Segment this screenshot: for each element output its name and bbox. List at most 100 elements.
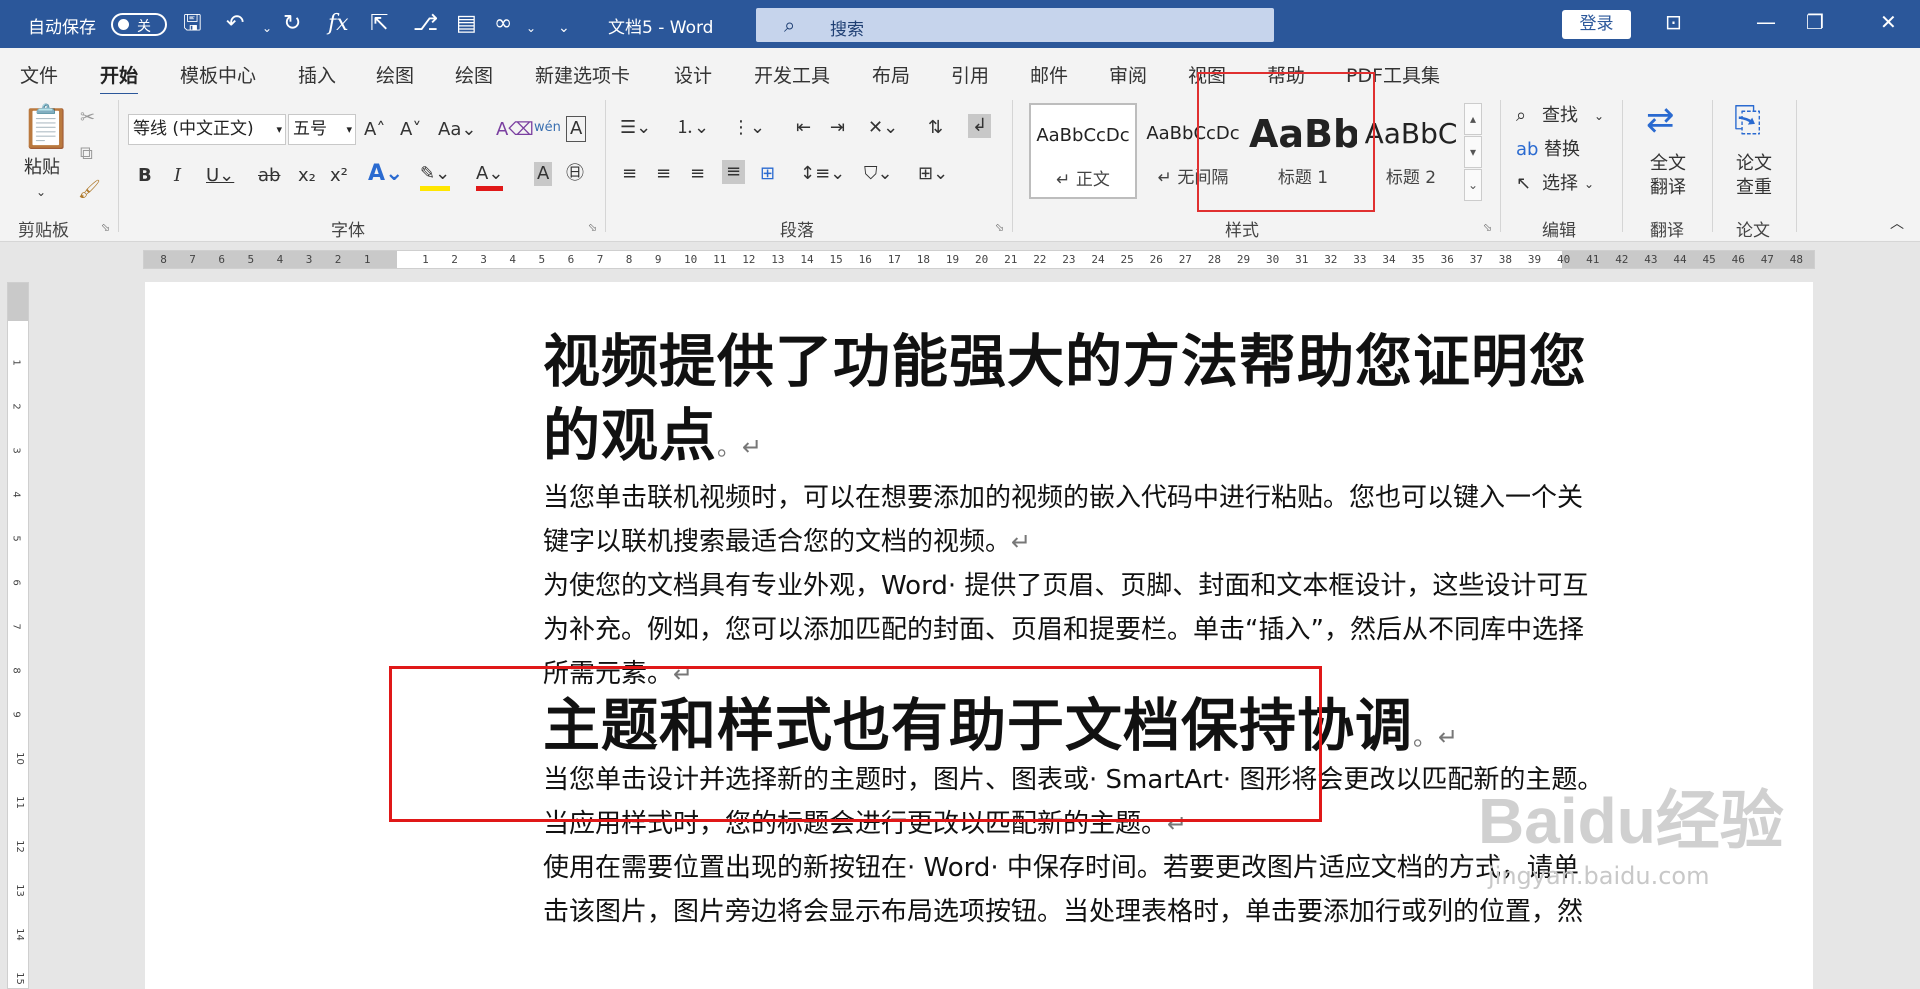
- tab-design[interactable]: 设计: [674, 61, 712, 88]
- copy-icon[interactable]: ⧉: [80, 142, 93, 166]
- redo-icon[interactable]: ↻: [283, 10, 301, 38]
- paragraph-launcher-icon[interactable]: ⬂: [995, 221, 1004, 234]
- align-center-icon[interactable]: ≡: [656, 162, 671, 186]
- font-name-dropdown[interactable]: 等线 (中文正文) ▾: [128, 114, 286, 145]
- close-icon[interactable]: ✕: [1880, 10, 1897, 34]
- login-button[interactable]: 登录: [1562, 10, 1631, 39]
- tab-developer[interactable]: 开发工具: [754, 61, 830, 88]
- paste-dropdown-icon[interactable]: ⌄: [36, 180, 46, 204]
- font-launcher-icon[interactable]: ⬂: [588, 221, 597, 234]
- undo-icon[interactable]: ↶: [226, 10, 244, 38]
- paragraph-1-line-2[interactable]: 键字以联机搜索最适合您的文档的视频。↵: [543, 520, 1031, 564]
- horizontal-ruler[interactable]: 8 7 6 5 4 3 2 1 1 2 3 4 5 6 7 8 9 10 11 12 13 14 15 16 17 18 19 20 2…: [0, 243, 1920, 276]
- font-color-icon[interactable]: A⌄: [476, 162, 504, 191]
- font-size-dropdown[interactable]: 五号 ▾: [288, 114, 356, 145]
- tab-references[interactable]: 引用: [951, 61, 989, 88]
- align-left-icon[interactable]: ≡: [622, 162, 637, 186]
- tab-insert[interactable]: 插入: [298, 61, 336, 88]
- strikethrough-icon[interactable]: ab: [258, 164, 280, 188]
- styles-launcher-icon[interactable]: ⬂: [1483, 221, 1492, 234]
- translate-label-2[interactable]: 翻译: [1650, 176, 1686, 200]
- cut-icon[interactable]: ✂: [80, 106, 95, 130]
- superscript-icon[interactable]: x²: [330, 164, 348, 188]
- highlight-icon[interactable]: ✎⌄: [420, 162, 451, 191]
- align-right-icon[interactable]: ≡: [690, 162, 705, 186]
- chevron-down-icon[interactable]: ⌄: [1594, 104, 1604, 128]
- document-icon[interactable]: ▤: [456, 10, 477, 38]
- minimize-icon[interactable]: —: [1756, 10, 1776, 34]
- heading-1-line-1[interactable]: 视频提供了功能强大的方法帮助您证明您: [543, 326, 1587, 398]
- text-effects-icon[interactable]: A⌄: [368, 162, 403, 186]
- find-icon[interactable]: ⌕: [1516, 104, 1526, 128]
- multilevel-list-icon[interactable]: ⋮⌄: [732, 116, 765, 140]
- character-border-icon[interactable]: A: [566, 116, 587, 142]
- increase-indent-icon[interactable]: ⇥: [830, 116, 845, 140]
- customize-qat-icon[interactable]: ⌄: [558, 14, 570, 42]
- tab-review[interactable]: 审阅: [1109, 61, 1147, 88]
- select-label[interactable]: 选择: [1542, 172, 1578, 196]
- paste-icon[interactable]: 📋: [20, 104, 72, 150]
- replace-icon[interactable]: ab: [1516, 138, 1538, 162]
- chevron-down-icon[interactable]: ⌄: [1584, 172, 1594, 196]
- tab-draw[interactable]: 绘图: [376, 61, 414, 88]
- vertical-ruler[interactable]: 1 2 3 4 5 6 7 8 9 10 11 12 13 14 15: [7, 282, 29, 989]
- underline-icon[interactable]: U⌄: [206, 164, 234, 188]
- tab-home[interactable]: 开始: [100, 61, 139, 96]
- chinese-layout-icon[interactable]: ✕⌄: [868, 116, 898, 140]
- tab-draw-2[interactable]: 绘图: [455, 61, 493, 88]
- heading-1-line-2[interactable]: 的观点。↵: [543, 400, 763, 483]
- numbering-icon[interactable]: ⒈⌄: [676, 116, 709, 140]
- tab-templates[interactable]: 模板中心: [180, 61, 256, 88]
- decrease-indent-icon[interactable]: ⇤: [796, 116, 811, 140]
- save-icon[interactable]: 🖫: [183, 10, 202, 38]
- formula-icon[interactable]: fx: [328, 10, 349, 38]
- search-box[interactable]: ⌕ 搜索: [756, 8, 1274, 42]
- sort-icon[interactable]: ⇅: [928, 116, 943, 140]
- find-label[interactable]: 查找: [1542, 104, 1578, 128]
- restore-icon[interactable]: ❐: [1806, 10, 1824, 34]
- style-normal[interactable]: AaBbCcDc ↵ 正文: [1029, 103, 1137, 199]
- paragraph-4-line-1[interactable]: 使用在需要位置出现的新按钮在· Word· 中保存时间。若要更改图片适应文档的方…: [543, 846, 1579, 890]
- change-case-icon[interactable]: Aa⌄: [438, 118, 476, 142]
- select-cursor-icon[interactable]: ⇱: [370, 10, 388, 38]
- bullets-icon[interactable]: ☰⌄: [620, 116, 651, 140]
- paper-check-icon[interactable]: ⎘: [1734, 100, 1761, 140]
- replace-label[interactable]: 替换: [1544, 138, 1580, 162]
- phonetic-guide-icon[interactable]: wén: [534, 116, 561, 140]
- gallery-scroll-down-icon[interactable]: ▾: [1464, 136, 1482, 168]
- link-icon[interactable]: ∞: [494, 10, 512, 38]
- tab-mailings[interactable]: 邮件: [1030, 61, 1068, 88]
- paste-label[interactable]: 粘贴: [24, 156, 60, 180]
- paragraph-4-line-2[interactable]: 击该图片，图片旁边将会显示布局选项按钮。当处理表格时，单击要添加行或列的位置，然: [543, 890, 1583, 934]
- gallery-scroll-up-icon[interactable]: ▴: [1464, 103, 1482, 135]
- ribbon-display-icon[interactable]: ⊡: [1665, 10, 1682, 34]
- subscript-icon[interactable]: x₂: [298, 164, 316, 188]
- paragraph-2-line-1[interactable]: 为使您的文档具有专业外观，Word· 提供了页眉、页脚、封面和文本框设计，这些设…: [543, 564, 1588, 608]
- grow-font-icon[interactable]: A˄: [364, 118, 385, 142]
- show-marks-icon[interactable]: ↲: [968, 114, 992, 138]
- italic-icon[interactable]: I: [174, 164, 181, 188]
- autosave-toggle[interactable]: 关: [111, 13, 167, 36]
- borders-icon[interactable]: ⊞⌄: [918, 162, 948, 186]
- distributed-icon[interactable]: ⊞: [760, 162, 775, 186]
- paragraph-1-line-1[interactable]: 当您单击联机视频时，可以在想要添加的视频的嵌入代码中进行粘贴。您也可以键入一个关: [543, 476, 1583, 520]
- shrink-font-icon[interactable]: A˅: [400, 118, 421, 142]
- paper-label-2[interactable]: 查重: [1736, 176, 1772, 200]
- justify-icon[interactable]: ≡: [722, 160, 746, 184]
- shading-icon[interactable]: ⛉⌄: [864, 162, 893, 186]
- gallery-more-icon[interactable]: ⌄: [1464, 169, 1482, 201]
- paper-label-1[interactable]: 论文: [1736, 152, 1772, 176]
- enclose-character-icon[interactable]: ㊐: [566, 162, 584, 186]
- translate-label-1[interactable]: 全文: [1650, 152, 1686, 176]
- line-spacing-icon[interactable]: ↕≡⌄: [800, 162, 845, 186]
- translate-icon[interactable]: ⇄: [1646, 100, 1675, 140]
- bold-icon[interactable]: B: [138, 164, 152, 188]
- select-arrow-icon[interactable]: ↖: [1516, 172, 1531, 196]
- link-dropdown-icon[interactable]: ⌄: [526, 14, 536, 42]
- clear-formatting-icon[interactable]: A⌫: [496, 118, 534, 142]
- clipboard-launcher-icon[interactable]: ⬂: [101, 221, 110, 234]
- tab-layout[interactable]: 布局: [872, 61, 910, 88]
- undo-dropdown-icon[interactable]: ⌄: [262, 14, 272, 42]
- org-chart-icon[interactable]: ⎇: [413, 10, 438, 38]
- character-shading-icon[interactable]: A: [534, 162, 553, 186]
